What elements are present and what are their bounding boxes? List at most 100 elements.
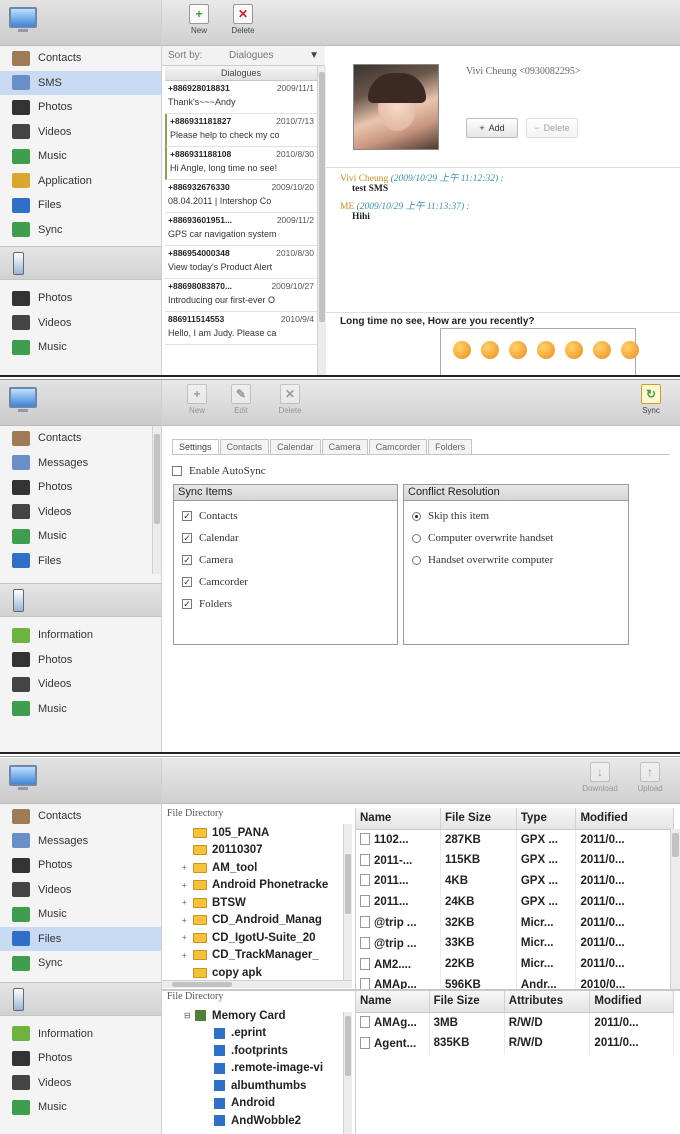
table-row[interactable]: 2011... 4KB GPX ... 2011/0... — [356, 870, 674, 892]
enable-autosync-checkbox[interactable]: Enable AutoSync — [164, 460, 266, 482]
folder-node[interactable]: copy apk — [182, 964, 352, 982]
folder-node[interactable]: + AM_tool — [182, 859, 352, 877]
add-contact-button[interactable]: + Add — [466, 118, 518, 138]
folder-node[interactable]: .remote-image-vi — [214, 1060, 352, 1078]
dialogue-scrollbar[interactable] — [317, 66, 326, 375]
dialogue-item[interactable]: +886928018831 2009/11/1 Thank's~~~Andy — [165, 81, 317, 114]
sort-select[interactable]: Dialogues ▼ — [229, 50, 319, 61]
sidebar-item-music[interactable]: Music — [0, 1095, 161, 1120]
device-tree-scrollbar[interactable] — [343, 1012, 352, 1134]
sidebar-item-information[interactable]: Information — [0, 623, 161, 648]
edit-button[interactable]: ✎ Edit — [224, 384, 258, 415]
table-row[interactable]: Agent... 835KB R/W/D 2011/0... — [356, 1032, 674, 1054]
compose-text[interactable]: Long time no see, How are you recently? — [340, 316, 535, 327]
sidebar-item-contacts[interactable]: Contacts — [0, 804, 161, 829]
folder-node[interactable]: + Android Phonetracke — [182, 877, 352, 895]
sidebar-item-files[interactable]: Files — [0, 926, 161, 951]
folder-node[interactable]: .eprint — [214, 1025, 352, 1043]
sidebar-item-videos[interactable]: Videos — [0, 120, 161, 145]
tab-folders[interactable]: Folders — [428, 439, 473, 454]
cool-emoticon-icon[interactable] — [593, 341, 611, 359]
column-header[interactable]: File Size — [440, 808, 517, 830]
table-row[interactable]: 2011... 24KB GPX ... 2011/0... — [356, 891, 674, 913]
delete-contact-button[interactable]: − Delete — [526, 118, 578, 138]
sidebar-item-sync[interactable]: Sync — [0, 951, 161, 976]
sidebar-item-music[interactable]: Music — [0, 697, 161, 722]
column-header[interactable]: Name — [356, 808, 442, 830]
sync-contacts-checkbox[interactable]: ✓ Contacts — [174, 505, 397, 527]
dialogue-item[interactable]: +88698083870... 2009/10/27 Introducing our… — [165, 279, 317, 312]
folder-node[interactable]: + BTSW — [182, 894, 352, 912]
table-row[interactable]: @trip ... 33KB Micr... 2011/0... — [356, 932, 674, 954]
folder-node[interactable]: + CD_Android_Manag — [182, 912, 352, 930]
laugh-emoticon-icon[interactable] — [481, 341, 499, 359]
sidebar-item-files[interactable]: Files — [0, 193, 161, 218]
table-row[interactable]: AMAg... 3MB R/W/D 2011/0... — [356, 1012, 674, 1033]
delete-button[interactable]: ✕ Delete — [226, 4, 260, 35]
folder-node[interactable]: AndWobble2 — [214, 1112, 352, 1130]
tree-scrollbar[interactable] — [343, 824, 352, 986]
angry-emoticon-icon[interactable] — [537, 341, 555, 359]
emoticon-picker[interactable] — [440, 328, 639, 375]
table-row[interactable]: AM2.... 22KB Micr... 2011/0... — [356, 953, 674, 975]
sidebar-item-music[interactable]: Music — [0, 524, 161, 549]
tab-settings[interactable]: Settings — [172, 439, 219, 454]
sync-calendar-checkbox[interactable]: ✓ Calendar — [174, 527, 397, 549]
sidebar-item-videos[interactable]: Videos — [0, 311, 161, 336]
column-header[interactable]: Name — [356, 991, 430, 1013]
sidebar-item-photos[interactable]: Photos — [0, 286, 161, 311]
tab-camera[interactable]: Camera — [321, 439, 368, 454]
column-header[interactable]: Attributes — [504, 991, 591, 1013]
tree-hscrollbar[interactable] — [162, 980, 352, 988]
smile-emoticon-icon[interactable] — [453, 341, 471, 359]
download-button[interactable]: ↓ Download — [580, 762, 620, 793]
sidebar-item-photos[interactable]: Photos — [0, 475, 161, 500]
tab-calendar[interactable]: Calendar — [270, 439, 321, 454]
sidebar-item-files[interactable]: Files — [0, 549, 161, 574]
wink-emoticon-icon[interactable] — [621, 341, 639, 359]
column-header[interactable]: Modified — [575, 808, 674, 830]
sidebar-item-videos[interactable]: Videos — [0, 878, 161, 903]
new-button[interactable]: + New — [180, 384, 214, 415]
sync-camcorder-checkbox[interactable]: ✓ Camcorder — [174, 571, 397, 593]
sidebar-item-photos[interactable]: Photos — [0, 95, 161, 120]
column-header[interactable]: Modified — [589, 991, 674, 1013]
table-row[interactable]: 2011-... 115KB GPX ... 2011/0... — [356, 849, 674, 871]
folder-node[interactable]: + CD_TrackManager_ — [182, 947, 352, 965]
conflict-option-radio[interactable]: Computer overwrite handset — [404, 527, 628, 549]
table-row[interactable]: AMAp... 596KB Andr... 2010/0... — [356, 974, 674, 990]
sidebar-item-sms[interactable]: SMS — [0, 70, 161, 95]
folder-node[interactable]: Android — [214, 1095, 352, 1113]
sync-camera-checkbox[interactable]: ✓ Camera — [174, 549, 397, 571]
sidebar-item-music[interactable]: Music — [0, 144, 161, 169]
sync-button[interactable]: ↻ Sync — [634, 384, 668, 415]
dialogue-item[interactable]: +88693601951... 2009/11/2 GPS car navigati… — [165, 213, 317, 246]
conflict-option-radio[interactable]: Handset overwrite computer — [404, 549, 628, 571]
dialogue-item[interactable]: +886954000348 2010/8/30 View today's Produ… — [165, 246, 317, 279]
sidebar-item-messages[interactable]: Messages — [0, 451, 161, 476]
table-row[interactable]: @trip ... 32KB Micr... 2011/0... — [356, 912, 674, 933]
sidebar-item-messages[interactable]: Messages — [0, 829, 161, 854]
sidebar-item-music[interactable]: Music — [0, 335, 161, 360]
tab-camcorder[interactable]: Camcorder — [368, 439, 428, 454]
tab-contacts[interactable]: Contacts — [219, 439, 270, 454]
delete-button[interactable]: ✕ Delete — [273, 384, 307, 415]
sidebar-item-application[interactable]: Application — [0, 169, 161, 194]
folder-node[interactable]: .footprints — [214, 1042, 352, 1060]
new-button[interactable]: + New — [182, 4, 216, 35]
sidebar-item-information[interactable]: Information — [0, 1022, 161, 1047]
grin-emoticon-icon[interactable] — [565, 341, 583, 359]
folder-node[interactable]: 20110307 — [182, 842, 352, 860]
sidebar-item-sync[interactable]: Sync — [0, 218, 161, 243]
dialogue-item[interactable]: 886911514553 2010/9/4 Hello, I am Judy. Pl… — [165, 312, 317, 345]
folder-node[interactable]: 105_PANA — [182, 824, 352, 842]
sidebar-item-videos[interactable]: Videos — [0, 500, 161, 525]
sidebar-item-contacts[interactable]: Contacts — [0, 426, 161, 451]
sync-folders-checkbox[interactable]: ✓ Folders — [174, 593, 397, 615]
surprise-emoticon-icon[interactable] — [509, 341, 527, 359]
dialogue-item[interactable]: +886932676330 2009/10/20 08.04.2011 | Inte… — [165, 180, 317, 213]
upload-button[interactable]: ↑ Upload — [630, 762, 670, 793]
dialogue-item[interactable]: +886931188108 2010/8/30 Hi Angle, long tim… — [165, 147, 317, 180]
sidebar-item-photos[interactable]: Photos — [0, 648, 161, 673]
sidebar-scrollbar[interactable] — [152, 426, 161, 574]
